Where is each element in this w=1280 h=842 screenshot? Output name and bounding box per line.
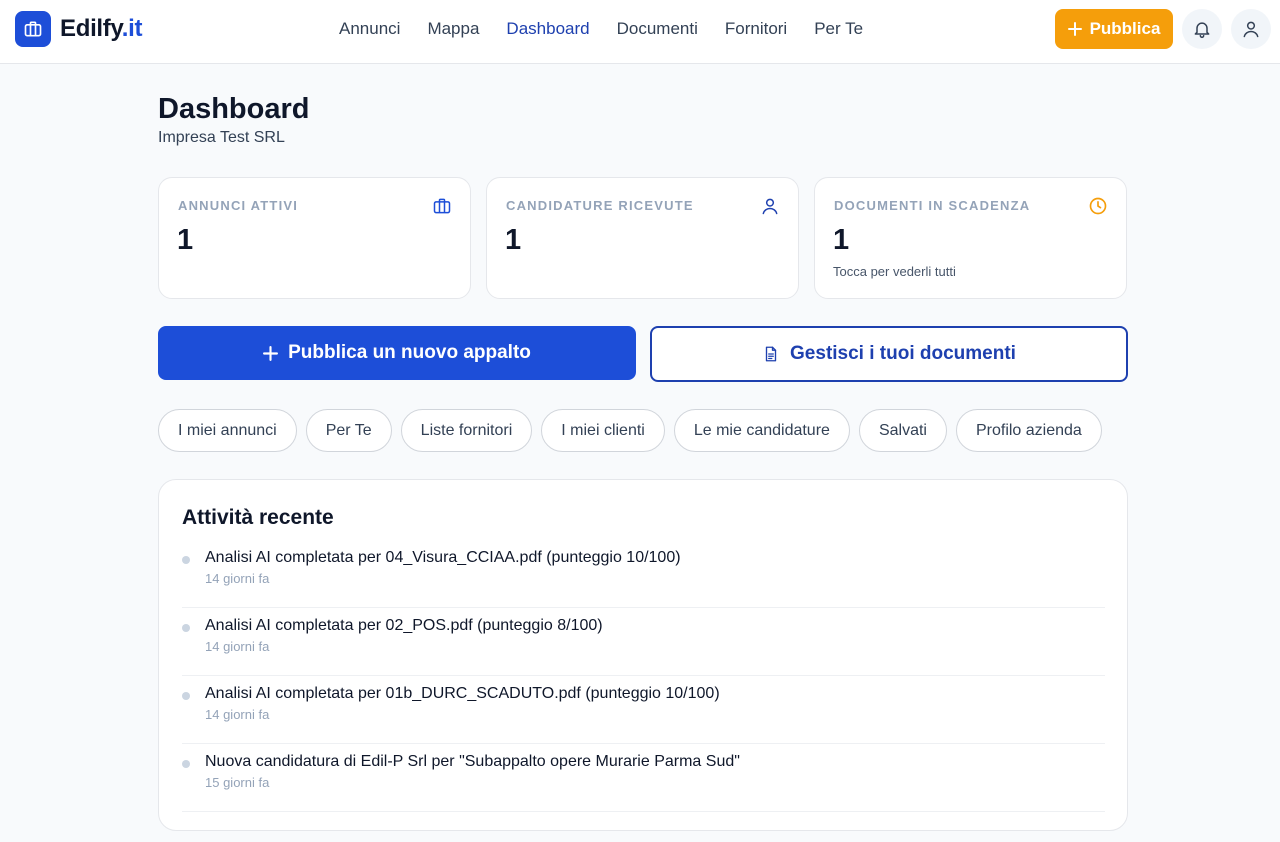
activity-time: 14 giorni fa bbox=[205, 639, 270, 654]
company-name: Impresa Test SRL bbox=[158, 129, 285, 146]
stat-value: 1 bbox=[505, 224, 522, 256]
publish-new-contract-button[interactable]: Pubblica un nuovo appalto bbox=[158, 326, 636, 380]
chip-per-te[interactable]: Per Te bbox=[305, 409, 392, 452]
chip-salvati[interactable]: Salvati bbox=[858, 409, 947, 452]
stat-card-annunci-attivi[interactable]: ANNUNCI ATTIVI 1 bbox=[158, 177, 471, 299]
bullet-dot bbox=[182, 624, 190, 632]
stat-card-candidature-ricevute[interactable]: CANDIDATURE RICEVUTE 1 bbox=[486, 177, 799, 299]
stat-value: 1 bbox=[833, 224, 850, 256]
bullet-dot bbox=[182, 692, 190, 700]
nav-mappa[interactable]: Mappa bbox=[427, 19, 479, 39]
publish-button-label: Pubblica bbox=[1089, 19, 1161, 38]
activity-time: 14 giorni fa bbox=[205, 571, 270, 586]
brand-logo[interactable]: Edilfy.it bbox=[15, 11, 143, 47]
main-nav: Annunci Mappa Dashboard Documenti Fornit… bbox=[339, 19, 890, 39]
bell-icon bbox=[1194, 22, 1210, 39]
list-item[interactable]: Nuova candidatura di Edil-P Srl per "Sub… bbox=[182, 744, 1105, 812]
bullet-dot bbox=[182, 760, 190, 768]
stat-note: Tocca per vederli tutti bbox=[833, 264, 956, 279]
manage-documents-button[interactable]: Gestisci i tuoi documenti bbox=[650, 326, 1128, 382]
stat-label: ANNUNCI ATTIVI bbox=[178, 198, 299, 213]
publish-new-contract-label: Pubblica un nuovo appalto bbox=[288, 342, 531, 363]
activity-text: Analisi AI completata per 02_POS.pdf (pu… bbox=[205, 617, 603, 634]
activity-list: Analisi AI completata per 04_Visura_CCIA… bbox=[182, 540, 1105, 812]
nav-dashboard[interactable]: Dashboard bbox=[506, 19, 589, 39]
chip-liste-fornitori[interactable]: Liste fornitori bbox=[400, 409, 533, 452]
page-title: Dashboard bbox=[158, 93, 310, 125]
quick-links: I miei annunci Per Te Liste fornitori I … bbox=[158, 409, 1102, 452]
publish-button[interactable]: Pubblica bbox=[1055, 9, 1173, 49]
nav-annunci[interactable]: Annunci bbox=[339, 19, 400, 39]
user-icon bbox=[1243, 21, 1259, 38]
clock-icon bbox=[1089, 197, 1107, 215]
manage-documents-label: Gestisci i tuoi documenti bbox=[790, 343, 1016, 364]
list-item[interactable]: Analisi AI completata per 02_POS.pdf (pu… bbox=[182, 608, 1105, 676]
recent-activity-card: Attività recente Analisi AI completata p… bbox=[158, 479, 1128, 831]
document-icon bbox=[765, 346, 777, 362]
activity-text: Nuova candidatura di Edil-P Srl per "Sub… bbox=[205, 753, 740, 770]
activity-time: 14 giorni fa bbox=[205, 707, 270, 722]
bullet-dot bbox=[182, 556, 190, 564]
nav-per-te[interactable]: Per Te bbox=[814, 19, 863, 39]
top-navbar: Edilfy.it Annunci Mappa Dashboard Docume… bbox=[0, 0, 1280, 64]
notifications-button[interactable] bbox=[1182, 9, 1222, 49]
activity-text: Analisi AI completata per 01b_DURC_SCADU… bbox=[205, 685, 720, 702]
nav-fornitori[interactable]: Fornitori bbox=[725, 19, 787, 39]
briefcase-logo-icon bbox=[15, 11, 51, 47]
activity-time: 15 giorni fa bbox=[205, 775, 270, 790]
plus-icon bbox=[263, 345, 279, 361]
stat-value: 1 bbox=[177, 224, 194, 256]
nav-documenti[interactable]: Documenti bbox=[617, 19, 698, 39]
briefcase-icon bbox=[433, 198, 451, 214]
plus-icon bbox=[1067, 22, 1082, 36]
user-icon bbox=[762, 198, 778, 215]
stat-card-documenti-in-scadenza[interactable]: DOCUMENTI IN SCADENZA 1 Tocca per vederl… bbox=[814, 177, 1127, 299]
stat-label: DOCUMENTI IN SCADENZA bbox=[834, 198, 1031, 213]
chip-i-miei-clienti[interactable]: I miei clienti bbox=[541, 409, 665, 452]
recent-activity-title: Attività recente bbox=[182, 506, 334, 529]
brand-name: Edilfy.it bbox=[60, 15, 143, 42]
stat-label: CANDIDATURE RICEVUTE bbox=[506, 198, 694, 213]
list-item[interactable]: Analisi AI completata per 01b_DURC_SCADU… bbox=[182, 676, 1105, 744]
chip-i-miei-annunci[interactable]: I miei annunci bbox=[158, 409, 297, 452]
profile-button[interactable] bbox=[1231, 9, 1271, 49]
activity-text: Analisi AI completata per 04_Visura_CCIA… bbox=[205, 549, 681, 566]
chip-le-mie-candidature[interactable]: Le mie candidature bbox=[673, 409, 850, 452]
chip-profilo-azienda[interactable]: Profilo azienda bbox=[955, 409, 1102, 452]
list-item[interactable]: Analisi AI completata per 04_Visura_CCIA… bbox=[182, 540, 1105, 608]
